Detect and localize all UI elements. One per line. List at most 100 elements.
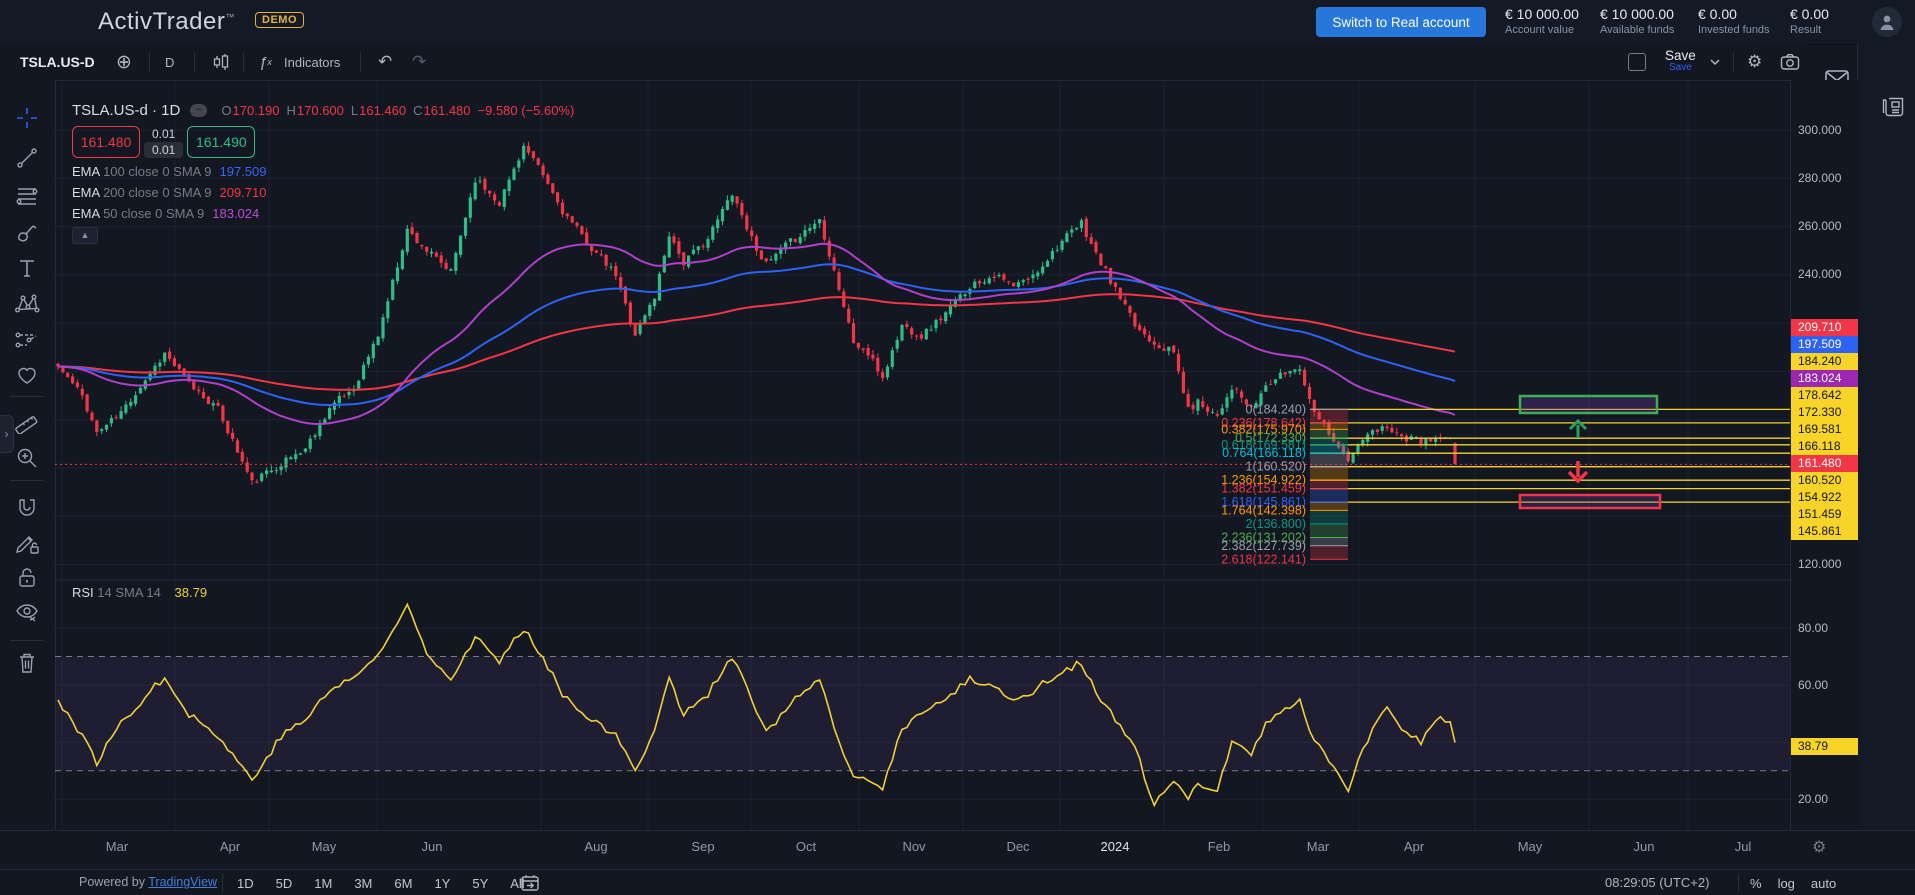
indicator-row[interactable]: EMA 50 close 0 SMA 9183.024 [72, 206, 581, 221]
drawing-lock-pencil-icon[interactable] [14, 530, 40, 556]
undo-icon[interactable]: ↶ [378, 44, 392, 80]
price-tick-label: 240.000 [1791, 266, 1858, 283]
range-button-1y[interactable]: 1Y [434, 876, 450, 891]
indicator-row[interactable]: EMA 200 close 0 SMA 9209.710 [72, 185, 581, 200]
measure-ruler-icon[interactable] [14, 409, 40, 435]
axis-settings-gear-icon[interactable]: ⚙ [1812, 837, 1826, 857]
svg-text:0(184.240): 0(184.240) [1246, 402, 1306, 416]
high-value: 170.600 [297, 103, 344, 118]
save-menu-chevron-icon[interactable] [1710, 44, 1720, 80]
chart-area[interactable]: 0(184.240)0.236(178.642)0.382(175.970)0.… [55, 80, 1790, 830]
trading-platform: ActivTrader™ DEMO Switch to Real account… [0, 0, 1915, 895]
chart-legend: TSLA.US-d · 1D – O170.190 H170.600 L161.… [72, 102, 581, 244]
chart-style-icon[interactable] [210, 44, 232, 80]
screenshot-camera-icon[interactable] [1780, 44, 1800, 80]
settings-gear-icon[interactable]: ⚙ [1747, 44, 1762, 80]
price-level-label: 209.710 [1791, 319, 1858, 336]
price-level-label: 172.330 [1791, 404, 1858, 421]
svg-text:1.382(151.459): 1.382(151.459) [1221, 482, 1306, 496]
svg-text:2.618(122.141): 2.618(122.141) [1221, 552, 1306, 566]
time-tick-label: Dec [1006, 839, 1029, 854]
time-tick-label: Feb [1208, 839, 1230, 854]
indicator-legend: EMA 100 close 0 SMA 9197.509 EMA 200 clos… [72, 164, 581, 221]
xabcd-pattern-icon[interactable] [14, 291, 40, 317]
open-value: 170.190 [233, 103, 280, 118]
zoom-in-icon[interactable] [14, 445, 40, 471]
range-button-1m[interactable]: 1M [314, 876, 332, 891]
compare-add-icon[interactable]: ⊕ [116, 44, 132, 80]
price-tick-label: 300.000 [1791, 122, 1858, 139]
forecast-icon[interactable] [14, 327, 40, 353]
rsi-tick-label: 80.00 [1791, 620, 1858, 637]
fx-icon[interactable]: ƒx [259, 44, 272, 80]
date-range-buttons: 1D5D1M3M6M1Y5YAll [237, 870, 525, 895]
sell-button[interactable]: 161.480 [72, 126, 140, 158]
layout-checkbox[interactable] [1628, 44, 1646, 80]
bottom-toolbar: Powered by TradingView 1D5D1M3M6M1Y5YAll… [0, 869, 1915, 895]
time-tick-label: Apr [1404, 839, 1424, 854]
buy-button[interactable]: 161.490 [187, 126, 255, 158]
log-scale-button[interactable]: log [1778, 876, 1795, 891]
spread: 0.01 0.01 [144, 127, 183, 158]
short-position-box[interactable] [1520, 495, 1660, 508]
price-level-label: 145.861 [1791, 523, 1858, 540]
auto-scale-button[interactable]: auto [1811, 876, 1836, 891]
emoji-heart-icon[interactable] [14, 362, 40, 388]
trend-line-icon[interactable] [14, 145, 40, 171]
news-icon[interactable] [1880, 94, 1906, 120]
remove-drawings-trash-icon[interactable] [14, 650, 40, 676]
range-button-5y[interactable]: 5Y [472, 876, 488, 891]
range-button-1d[interactable]: 1D [237, 876, 254, 891]
percent-scale-button[interactable]: % [1750, 876, 1762, 891]
panel-collapse-tab[interactable]: › [0, 415, 14, 453]
rsi-tick-label: 20.00 [1791, 791, 1858, 808]
svg-text:0.764(166.118): 0.764(166.118) [1222, 446, 1306, 460]
svg-text:1(160.520): 1(160.520) [1246, 460, 1306, 474]
switch-to-real-account-button[interactable]: Switch to Real account [1316, 7, 1486, 37]
time-tick-label: Mar [1307, 839, 1329, 854]
range-button-3m[interactable]: 3M [354, 876, 372, 891]
range-button-5d[interactable]: 5D [276, 876, 293, 891]
magnet-icon[interactable] [14, 495, 40, 521]
brush-icon[interactable] [14, 220, 40, 246]
account-stat: € 0.00Invested funds [1698, 6, 1770, 36]
redo-icon[interactable]: ↷ [412, 44, 426, 80]
price-scale[interactable]: 300.000280.000260.000240.000120.000209.7… [1790, 80, 1858, 830]
go-to-date-icon[interactable] [520, 874, 540, 895]
gann-fib-icon[interactable] [14, 183, 40, 209]
clock-label[interactable]: 08:29:05 (UTC+2) [1605, 875, 1709, 890]
ema-lines [58, 244, 1455, 424]
fibonacci-extension[interactable]: 0(184.240)0.236(178.642)0.382(175.970)0.… [1221, 402, 1790, 566]
range-button-6m[interactable]: 6M [394, 876, 412, 891]
indicators-button[interactable]: Indicators [284, 44, 340, 80]
price-level-label: 197.509 [1791, 336, 1858, 353]
svg-text:1.764(142.398): 1.764(142.398) [1221, 503, 1306, 517]
user-avatar[interactable] [1872, 7, 1902, 37]
long-position-box[interactable] [1520, 396, 1657, 413]
text-tool-icon[interactable] [14, 255, 40, 281]
legend-collapse-icon[interactable]: ▲ [72, 227, 98, 244]
interval-button[interactable]: D [165, 44, 174, 80]
symbol-button[interactable]: TSLA.US-D [20, 44, 95, 80]
time-axis[interactable]: ⚙ MarAprMayJunAugSepOctNovDec2024FebMarA… [0, 830, 1915, 870]
lock-all-icon[interactable] [14, 565, 40, 591]
symbol-interval-label[interactable]: TSLA.US-d · 1D [72, 102, 180, 119]
time-tick-label: Jun [422, 839, 443, 854]
time-tick-label: Nov [902, 839, 925, 854]
crosshair-icon[interactable] [14, 105, 40, 131]
save-button[interactable]: Save Save [1665, 44, 1696, 80]
time-tick-label: Jun [1634, 839, 1655, 854]
tradingview-link[interactable]: TradingView [148, 875, 217, 889]
time-tick-label: Oct [796, 839, 816, 854]
price-level-label: 178.642 [1791, 387, 1858, 404]
hide-series-icon[interactable]: – [190, 104, 207, 117]
app-logo: ActivTrader™ [98, 8, 235, 36]
hide-drawings-eye-icon[interactable] [14, 599, 40, 625]
price-tick-label: 120.000 [1791, 556, 1858, 573]
svg-text:2.382(127.739): 2.382(127.739) [1221, 539, 1306, 553]
price-level-label: 154.922 [1791, 489, 1858, 506]
account-stat: € 10 000.00Account value [1505, 6, 1579, 36]
indicator-row[interactable]: EMA 100 close 0 SMA 9197.509 [72, 164, 581, 179]
drawing-toolbar [0, 80, 56, 869]
rsi-value: 38.79 [175, 585, 208, 600]
